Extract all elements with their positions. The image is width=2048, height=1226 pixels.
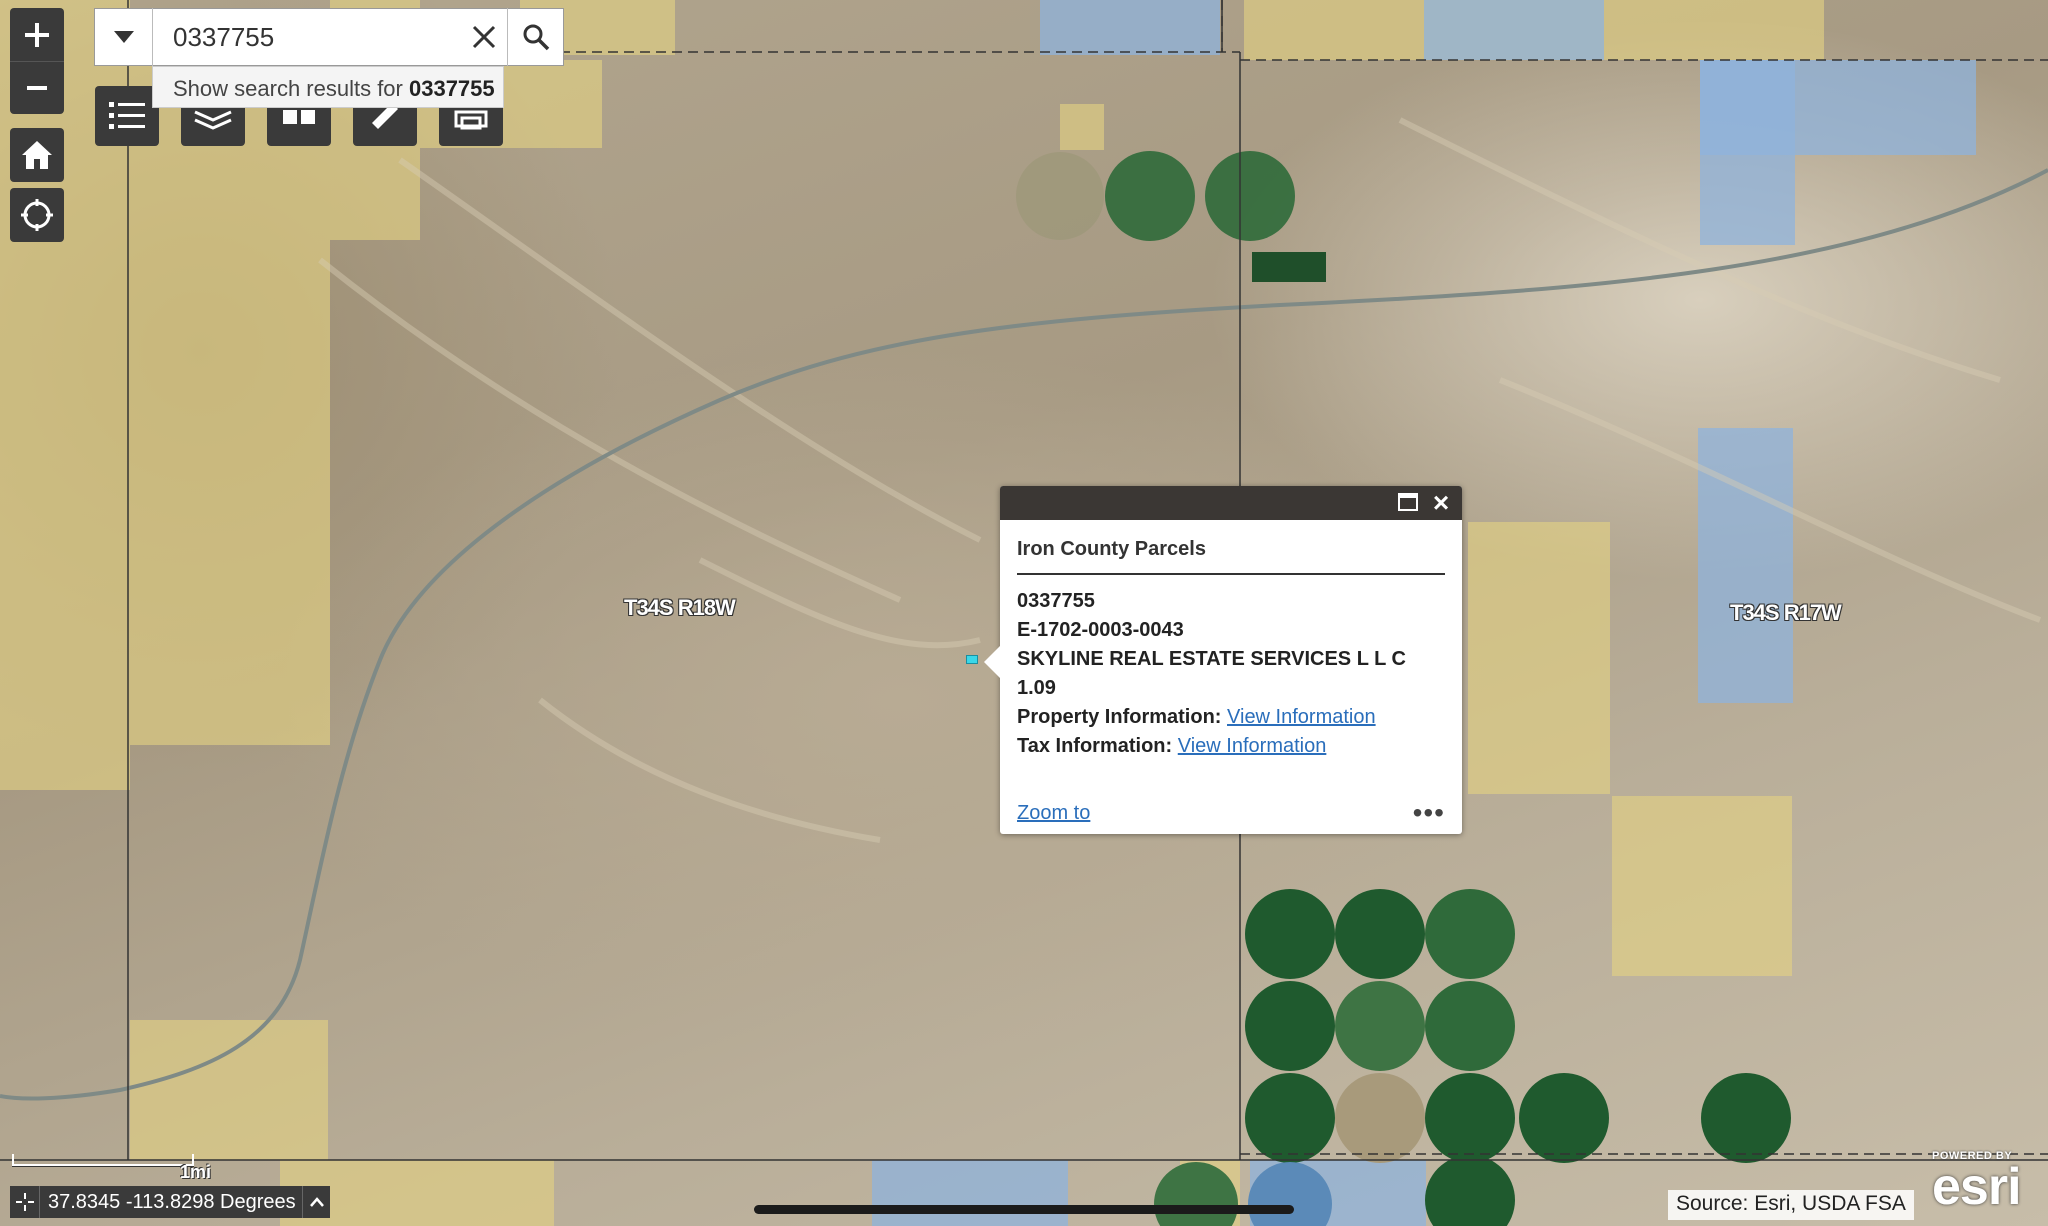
popup-header: ×: [1000, 486, 1462, 520]
tax-info-label: Tax Information:: [1017, 735, 1173, 757]
locate-button[interactable]: [10, 188, 64, 242]
home-indicator[interactable]: [754, 1205, 1294, 1214]
coordinate-readout: 37.8345 -113.8298 Degrees: [48, 1190, 296, 1213]
zoom-control: [10, 8, 64, 114]
attribution: Source: Esri, USDA FSA: [1668, 1190, 1914, 1220]
close-icon[interactable]: ×: [1428, 489, 1454, 517]
more-actions-button[interactable]: •••: [1413, 799, 1445, 827]
esri-logo: POWERED BY esri: [1932, 1150, 2042, 1224]
owner-name: SKYLINE REAL ESTATE SERVICES L L C: [1017, 648, 1406, 670]
chevron-down-icon: [113, 31, 134, 43]
property-info-link[interactable]: View Information: [1227, 706, 1376, 728]
maximize-icon[interactable]: [1398, 493, 1418, 511]
coordinate-expand-button[interactable]: [302, 1186, 330, 1218]
search-box: 0337755: [94, 8, 564, 66]
popup-pointer: [984, 646, 1000, 678]
search-suggestion[interactable]: Show search results for 0337755: [152, 66, 504, 108]
property-info-row: Property Information: View Information: [1017, 703, 1445, 732]
esri-brand: esri: [1932, 1158, 2022, 1216]
suggestion-term: 0337755: [408, 76, 495, 101]
township-label-west: T34S R18W: [624, 595, 736, 620]
coordinate-widget: 37.8345 -113.8298 Degrees: [10, 1186, 330, 1218]
search-icon: [523, 24, 549, 51]
zoom-in-button[interactable]: [10, 8, 64, 61]
scale-bar: [12, 1154, 194, 1166]
chevron-up-icon: [309, 1197, 324, 1207]
legend-button[interactable]: [95, 86, 159, 146]
home-icon: [22, 141, 52, 169]
zoom-to-link[interactable]: Zoom to: [1017, 802, 1090, 825]
clear-search-button[interactable]: [461, 8, 507, 66]
coordinate-mode-button[interactable]: [10, 1186, 40, 1218]
home-button[interactable]: [10, 128, 64, 182]
parcel-popup: × Iron County Parcels 0337755 E-1702-000…: [984, 486, 1462, 834]
tax-info-row: Tax Information: View Information: [1017, 732, 1445, 761]
list-icon: [109, 102, 145, 129]
suggestion-prefix: Show search results for: [173, 76, 409, 101]
acreage: 1.09: [1017, 677, 1056, 699]
minus-icon: [27, 86, 47, 90]
plus-icon: [25, 22, 49, 47]
property-info-label: Property Information:: [1017, 706, 1222, 728]
township-label-east: T34S R17W: [1730, 600, 1842, 625]
search-button[interactable]: [507, 8, 563, 66]
search-source-dropdown[interactable]: [95, 8, 153, 66]
parcel-marker[interactable]: [966, 655, 978, 664]
popup-title: Iron County Parcels: [1017, 538, 1445, 575]
crosshair-icon: [15, 1193, 34, 1211]
zoom-out-button[interactable]: [10, 61, 64, 114]
search-input[interactable]: 0337755: [153, 22, 461, 53]
parcel-id: 0337755: [1017, 590, 1095, 612]
locate-icon: [21, 199, 53, 231]
close-icon: [472, 25, 496, 49]
tax-info-link[interactable]: View Information: [1178, 735, 1327, 757]
account-number: E-1702-0003-0043: [1017, 619, 1184, 641]
scale-label: 1mi: [180, 1162, 212, 1182]
